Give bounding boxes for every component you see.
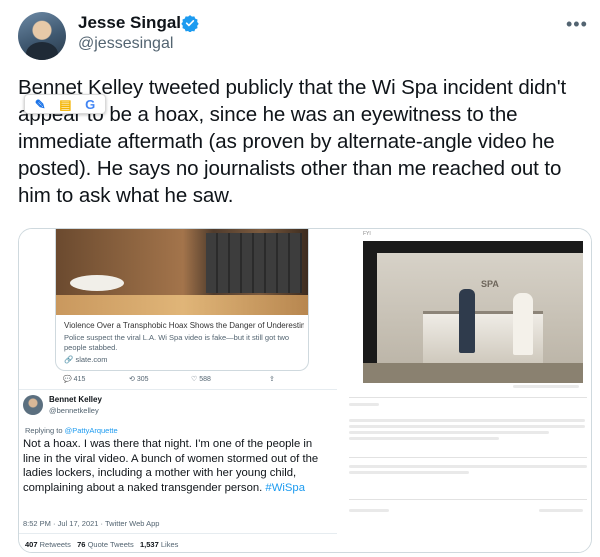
link-icon: 🔗 bbox=[64, 355, 74, 364]
link-card-domain-text: slate.com bbox=[75, 355, 108, 364]
link-card-description: Police suspect the viral L.A. Wi Spa vid… bbox=[64, 333, 290, 352]
more-icon[interactable]: ••• bbox=[566, 14, 588, 35]
extension-toolbar: ✎ ▤ G bbox=[24, 94, 106, 114]
video-controls[interactable] bbox=[363, 383, 583, 391]
reply-action[interactable]: 💬 415 bbox=[63, 375, 85, 383]
likes-label: Likes bbox=[160, 540, 179, 549]
link-card-title: Violence Over a Transphobic Hoax Shows t… bbox=[64, 321, 304, 330]
author-name[interactable]: Jesse Singal bbox=[78, 13, 181, 33]
tweet-media[interactable]: Violence Over a Transphobic Hoax Shows t… bbox=[18, 228, 592, 553]
reply-author-name[interactable]: Bennet Kelley bbox=[49, 395, 102, 404]
video-floor bbox=[363, 363, 583, 383]
fyi-label: FYI bbox=[363, 231, 371, 237]
reply-timestamp[interactable]: 8:52 PM · Jul 17, 2021 · Twitter Web App bbox=[23, 519, 159, 528]
video-person bbox=[513, 293, 533, 355]
retweets-count[interactable]: 407 bbox=[25, 540, 38, 549]
blurred-text-line bbox=[349, 419, 585, 422]
retweet-action[interactable]: ⟲ 305 bbox=[129, 375, 149, 383]
likes-count[interactable]: 1,537 bbox=[140, 540, 159, 549]
divider bbox=[349, 499, 587, 500]
blurred-text-line bbox=[539, 509, 583, 512]
blurred-text-line bbox=[349, 431, 549, 434]
tweet-card: Jesse Singal @jessesingal ••• Bennet Kel… bbox=[0, 0, 600, 557]
blurred-text-line bbox=[349, 403, 379, 406]
reply-author-handle[interactable]: @bennetkelley bbox=[49, 406, 99, 415]
pencil-icon[interactable]: ✎ bbox=[35, 98, 46, 111]
divider bbox=[19, 389, 337, 390]
screenshot-left: Violence Over a Transphobic Hoax Shows t… bbox=[19, 229, 337, 552]
quotes-label: Quote Tweets bbox=[87, 540, 134, 549]
avatar[interactable] bbox=[18, 12, 66, 60]
comment-icon[interactable]: ▤ bbox=[59, 98, 71, 111]
divider bbox=[349, 457, 587, 458]
avatar-figure bbox=[26, 42, 58, 60]
divider bbox=[349, 397, 587, 398]
blurred-text-line bbox=[349, 425, 585, 428]
screenshot-right: FYI SPA bbox=[339, 229, 591, 552]
replying-to: Replying to @PattyArquette bbox=[25, 426, 118, 435]
reply-author-avatar[interactable] bbox=[23, 395, 43, 415]
retweet-count: 305 bbox=[136, 376, 149, 383]
author-handle[interactable]: @jessesingal bbox=[78, 35, 173, 53]
blurred-text-line bbox=[349, 471, 469, 474]
quotes-count[interactable]: 76 bbox=[77, 540, 85, 549]
replying-to-prefix: Replying to bbox=[25, 426, 63, 435]
divider bbox=[19, 533, 337, 534]
floor-graphic bbox=[56, 295, 308, 315]
video-controls-bar bbox=[513, 385, 579, 388]
replying-to-handle[interactable]: @PattyArquette bbox=[65, 426, 118, 435]
blurred-text-line bbox=[349, 509, 389, 512]
reply-tweet-text: Not a hoax. I was there that night. I'm … bbox=[23, 437, 329, 495]
like-action[interactable]: ♡ 588 bbox=[191, 375, 211, 383]
video-sign: SPA bbox=[481, 279, 499, 289]
verified-badge-icon bbox=[181, 15, 199, 32]
blurred-text-line bbox=[349, 437, 499, 440]
link-card-image bbox=[56, 229, 308, 315]
reply-count: 415 bbox=[73, 376, 86, 383]
like-count: 588 bbox=[199, 376, 211, 383]
tweet-actions: 💬 415 ⟲ 305 ♡ 588 ⇪ bbox=[55, 375, 309, 389]
retweets-label: Retweets bbox=[39, 540, 71, 549]
hashtag-link[interactable]: #WiSpa bbox=[265, 482, 305, 494]
sink-graphic bbox=[70, 275, 124, 291]
engagement-stats: 407 Retweets 76 Quote Tweets 1,537 Likes bbox=[25, 540, 178, 549]
embedded-video[interactable]: SPA bbox=[363, 241, 583, 383]
google-icon[interactable]: G bbox=[85, 98, 95, 111]
link-card[interactable]: Violence Over a Transphobic Hoax Shows t… bbox=[55, 229, 309, 371]
blurred-text-line bbox=[349, 465, 587, 468]
link-card-domain: 🔗 slate.com bbox=[64, 355, 108, 364]
lockers-graphic bbox=[206, 233, 302, 293]
share-icon[interactable]: ⇪ bbox=[269, 375, 275, 383]
video-person bbox=[459, 289, 475, 353]
